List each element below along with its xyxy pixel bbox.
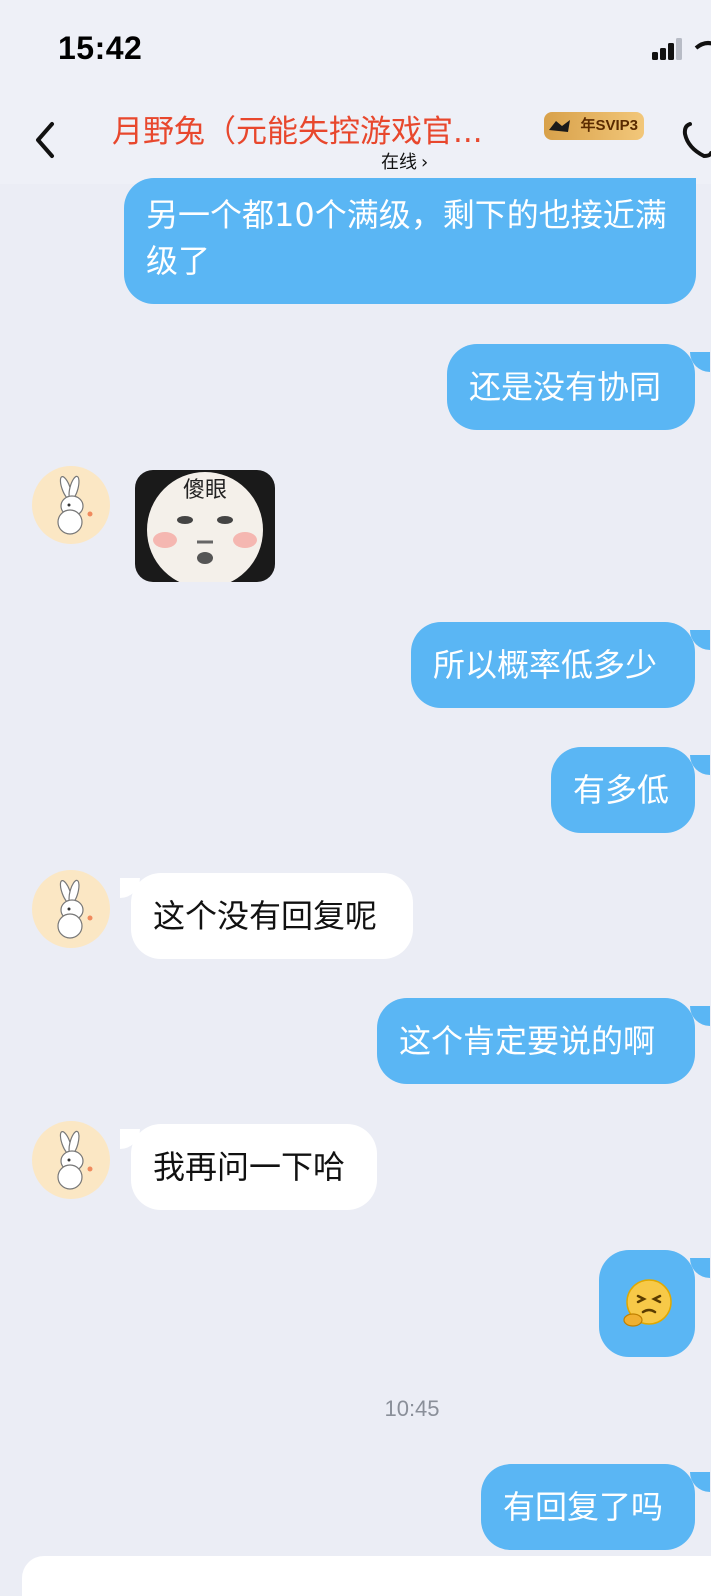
message-input-bar[interactable] — [22, 1556, 711, 1596]
message-text: 我再问一下哈 — [153, 1148, 346, 1186]
phone-icon[interactable] — [682, 120, 711, 160]
signal-icon — [652, 38, 682, 60]
message-bubble-outgoing[interactable]: 另一个都10个满级，剩下的也接近满级了 — [124, 178, 696, 304]
svip-badge-prefix: 年 — [580, 117, 596, 134]
rabbit-avatar-icon — [57, 879, 93, 939]
contact-avatar[interactable] — [32, 1121, 110, 1199]
message-timestamp: 10:45 — [384, 1396, 440, 1421]
chat-messages: 另一个都10个满级，剩下的也接近满级了 还是没有协同 傻眼 所以概率低多少 有多… — [0, 178, 711, 1572]
chevron-right-icon: › — [421, 152, 429, 173]
contact-avatar[interactable] — [32, 466, 110, 544]
message-text: 这个没有回复呢 — [153, 897, 378, 935]
message-text: 还是没有协同 — [469, 368, 662, 406]
message-bubble-outgoing[interactable]: 有回复了吗 — [481, 1464, 695, 1550]
svip-badge-label: SVIP3 — [595, 117, 638, 134]
message-text: 另一个都10个满级，剩下的也接近满级了 — [146, 196, 667, 280]
contact-avatar[interactable] — [32, 870, 110, 948]
rabbit-avatar-icon — [57, 1130, 93, 1190]
message-text: 所以概率低多少 — [433, 646, 658, 684]
message-bubble-outgoing[interactable]: 所以概率低多少 — [411, 622, 695, 708]
message-text: 有回复了吗 — [503, 1488, 664, 1526]
wifi-icon — [694, 41, 711, 50]
message-text: 有多低 — [573, 771, 670, 809]
chat-header: 月野兔（元能失控游戏官... 年SVIP3 在线 › — [0, 92, 711, 184]
contact-name[interactable]: 月野兔（元能失控游戏官... — [112, 106, 522, 151]
message-bubble-outgoing[interactable] — [599, 1250, 695, 1357]
sticker-image[interactable]: 傻眼 — [135, 470, 275, 582]
message-text: 这个肯定要说的啊 — [399, 1022, 656, 1060]
message-bubble-outgoing[interactable]: 这个肯定要说的啊 — [377, 998, 695, 1084]
online-status[interactable]: 在线 › — [381, 148, 428, 174]
chevron-left-icon[interactable] — [30, 120, 60, 160]
message-bubble-incoming[interactable]: 这个没有回复呢 — [131, 873, 413, 959]
svip-crown-icon — [549, 120, 570, 132]
message-bubble-outgoing[interactable]: 有多低 — [551, 747, 695, 833]
message-bubble-outgoing[interactable]: 还是没有协同 — [447, 344, 695, 430]
rabbit-avatar-icon — [57, 475, 93, 535]
angry-thinking-emoji — [623, 1279, 672, 1327]
sticker-caption: 傻眼 — [182, 478, 227, 503]
online-status-label: 在线 — [381, 152, 417, 173]
status-bar: 15:42 — [0, 0, 711, 92]
svip-badge[interactable]: 年SVIP3 — [544, 112, 644, 140]
status-time: 15:42 — [58, 30, 143, 66]
message-bubble-incoming[interactable]: 我再问一下哈 — [131, 1124, 377, 1210]
